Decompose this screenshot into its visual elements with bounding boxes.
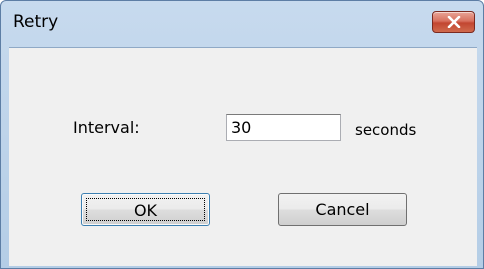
dialog-body: Interval: seconds OK Cancel xyxy=(9,47,477,266)
retry-dialog: Retry Interval: seconds OK Cancel xyxy=(0,0,484,269)
interval-label: Interval: xyxy=(73,118,140,137)
seconds-label: seconds xyxy=(355,121,417,139)
ok-button[interactable]: OK xyxy=(81,193,210,226)
close-button[interactable] xyxy=(432,11,475,33)
ok-button-label: OK xyxy=(86,198,205,221)
title-bar[interactable]: Retry xyxy=(1,1,484,47)
interval-input[interactable] xyxy=(226,114,341,141)
window-title: Retry xyxy=(13,12,59,32)
cancel-button[interactable]: Cancel xyxy=(278,193,407,226)
